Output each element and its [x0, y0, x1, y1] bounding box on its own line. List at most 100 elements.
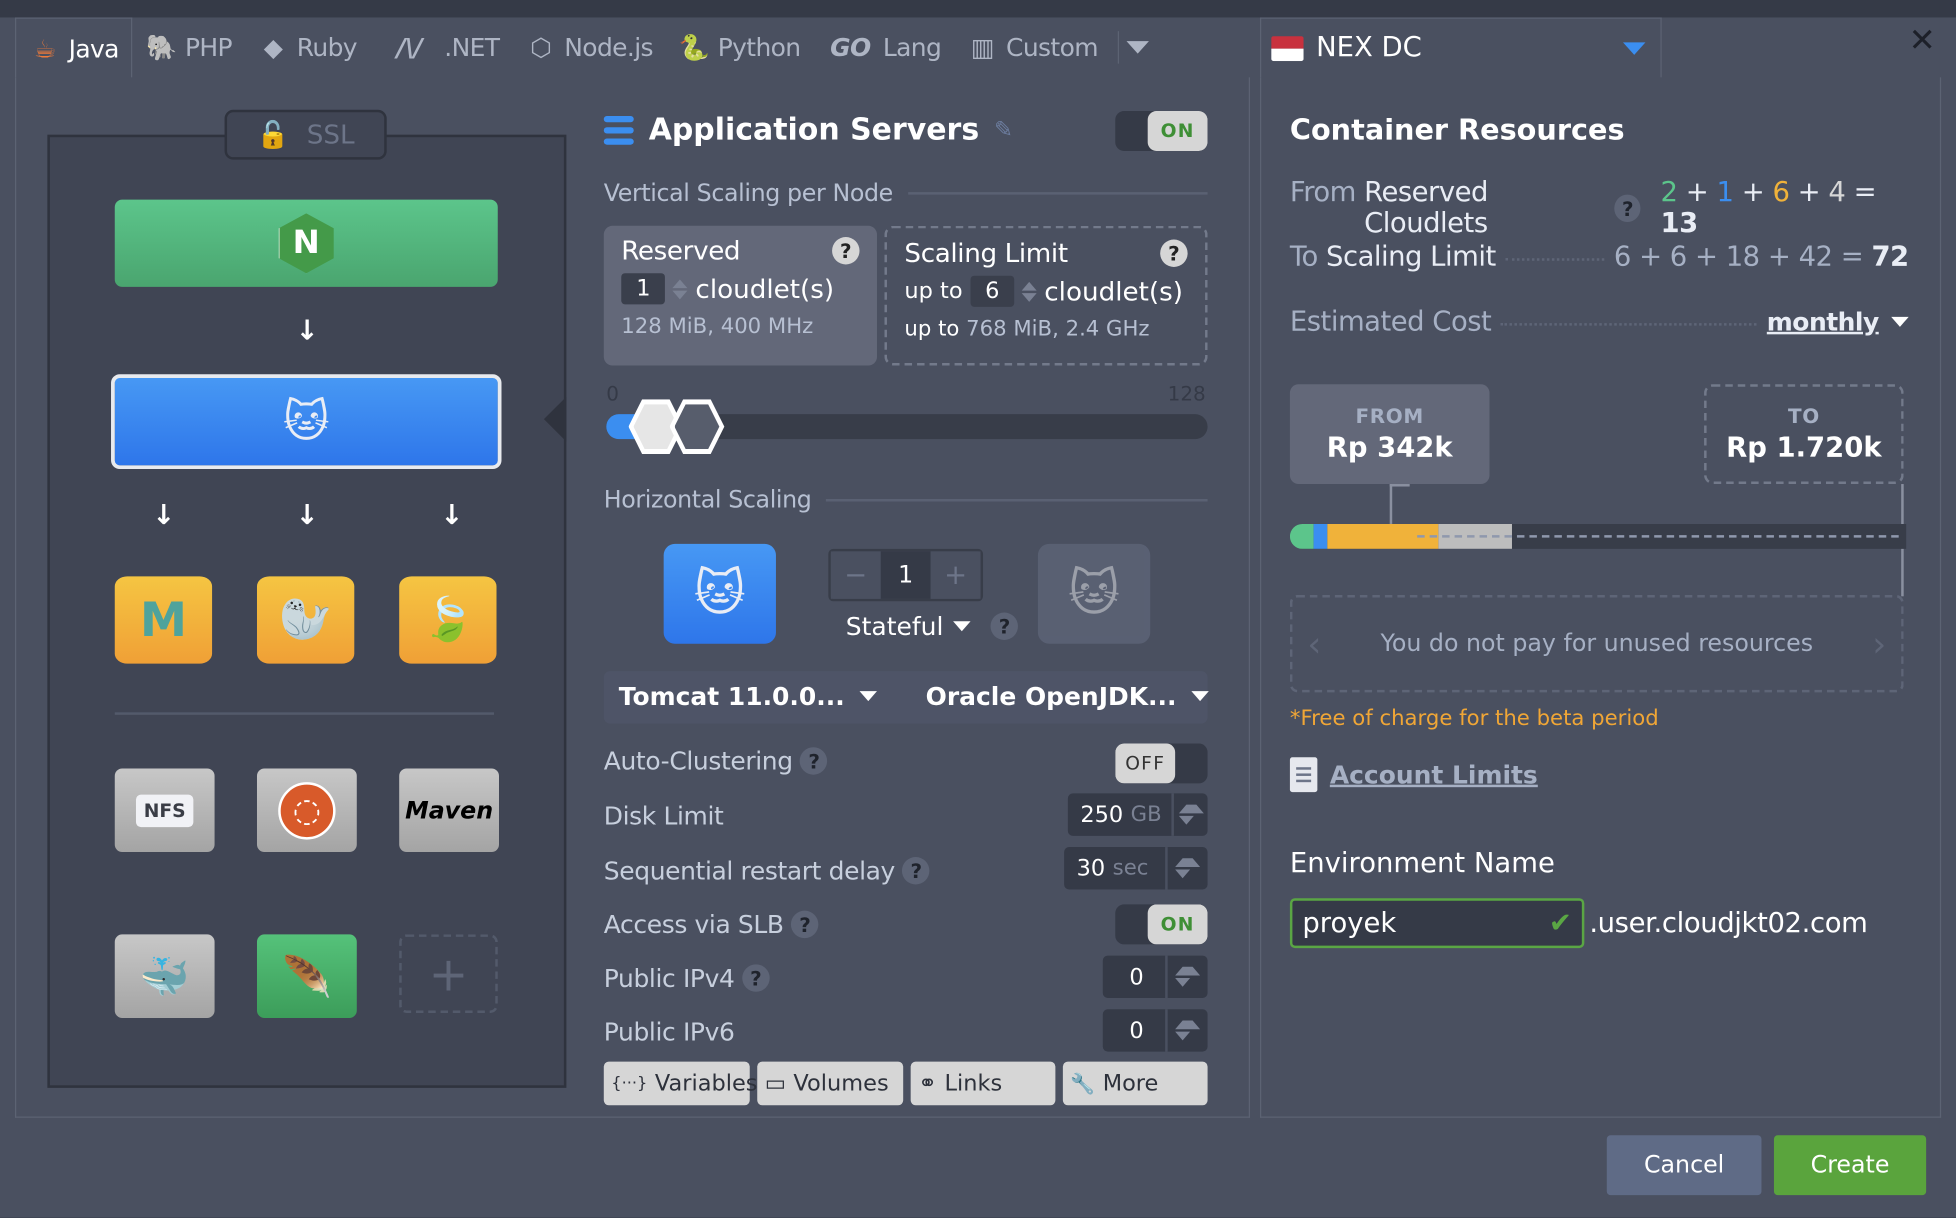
environment-name-field[interactable]: ✔: [1289, 898, 1585, 949]
scaling-limit-input[interactable]: 6: [970, 275, 1015, 307]
region-selector[interactable]: NEX DC: [1259, 17, 1662, 78]
chevron-right-icon[interactable]: ›: [1872, 623, 1886, 664]
tab-java[interactable]: ☕ Java: [14, 17, 133, 78]
help-icon[interactable]: ?: [741, 964, 770, 992]
inactive-node-icon[interactable]: 🐱: [1037, 543, 1151, 644]
cost-from-label: FROM: [1355, 404, 1424, 428]
cost-segment-app-servers: [1313, 523, 1327, 549]
nfs-node[interactable]: NFS: [114, 768, 215, 853]
auto-clustering-toggle[interactable]: OFF: [1115, 743, 1208, 784]
disk-limit-spinner[interactable]: [1171, 793, 1208, 836]
docker-whale-icon: 🐳: [139, 952, 190, 1000]
mariadb-node[interactable]: 🦭: [256, 576, 355, 664]
tab-go[interactable]: GO Lang: [813, 17, 954, 77]
tab-ruby[interactable]: ◆ Ruby: [244, 17, 369, 77]
ipv4-input[interactable]: 0: [1102, 955, 1208, 998]
more-button[interactable]: 🔧 More: [1062, 1061, 1208, 1106]
layer-enabled-toggle[interactable]: ON: [1115, 111, 1208, 151]
chevron-left-icon[interactable]: ‹: [1307, 623, 1321, 664]
restart-delay-label: Sequential restart delay: [603, 855, 896, 886]
ipv6-input[interactable]: 0: [1102, 1009, 1208, 1052]
tab-python[interactable]: 🐍 Python: [665, 17, 813, 77]
links-button[interactable]: ⚭ Links: [910, 1061, 1056, 1106]
info-text: You do not pay for unused resources: [1380, 629, 1814, 658]
load-balancer-node[interactable]: N: [114, 199, 498, 287]
cancel-button[interactable]: Cancel: [1606, 1135, 1762, 1196]
mongodb-node[interactable]: 🍃: [399, 576, 497, 664]
server-version-dropdown[interactable]: Tomcat 11.0.0...: [619, 681, 878, 711]
limit-sum: 6 + 6 + 18 + 42 = 72: [1614, 242, 1909, 273]
layer-menu-icon[interactable]: [603, 115, 634, 145]
layer-title: Application Servers: [648, 112, 980, 148]
billing-period-dropdown[interactable]: monthly: [1767, 307, 1909, 337]
ipv6-label: Public IPv6: [603, 1016, 735, 1047]
app-server-node[interactable]: 🐱: [111, 374, 502, 470]
jdk-version-dropdown[interactable]: Oracle OpenJDK...: [926, 681, 1209, 711]
arrow-down-icon: ↓: [152, 500, 176, 532]
docker-node[interactable]: 🐳: [114, 934, 215, 1018]
help-icon[interactable]: ?: [1160, 239, 1188, 267]
help-icon[interactable]: ?: [791, 910, 819, 939]
reserved-spinner[interactable]: [672, 278, 688, 299]
scaling-mode-dropdown[interactable]: Stateful ?: [846, 611, 1019, 641]
tab-dotnet[interactable]: /\/ .NET: [369, 17, 511, 77]
ubuntu-node[interactable]: ◌: [256, 768, 357, 853]
node-count-stepper[interactable]: − 1 +: [828, 548, 984, 602]
create-button[interactable]: Create: [1773, 1135, 1927, 1196]
arrow-down-icon: ↓: [440, 500, 464, 532]
cost-range-dashes: [1417, 535, 1899, 538]
reserved-cloudlets-input[interactable]: 1: [621, 273, 666, 305]
plus-sign: +: [1677, 177, 1717, 209]
restart-delay-input[interactable]: 30 sec: [1064, 847, 1208, 890]
billing-period-label: monthly: [1766, 306, 1879, 337]
limit-spinner[interactable]: [1021, 281, 1037, 302]
close-icon[interactable]: ✕: [1909, 22, 1936, 59]
restart-delay-value: 30: [1076, 855, 1106, 882]
scaling-limit-card: Scaling Limit ? up to 6 cloudlet(s) up t…: [884, 225, 1208, 366]
cloudlet-term: 1: [1716, 177, 1734, 209]
restart-delay-spinner[interactable]: [1165, 847, 1207, 890]
edit-pencil-icon[interactable]: ✎: [994, 117, 1013, 143]
tab-custom[interactable]: ▥ Custom: [954, 17, 1111, 77]
variables-button[interactable]: {···} Variables: [603, 1061, 758, 1106]
help-icon[interactable]: ?: [1614, 194, 1641, 223]
maven-node[interactable]: Maven: [399, 768, 499, 853]
help-icon[interactable]: ?: [832, 237, 860, 265]
reserved-title: Reserved: [621, 235, 741, 266]
tomcat-icon: 🐱: [693, 565, 746, 623]
help-icon[interactable]: ?: [990, 612, 1019, 640]
disk-limit-input[interactable]: 250 GB: [1067, 793, 1208, 836]
environment-name-input[interactable]: [1302, 907, 1527, 939]
wrench-icon: 🔧: [1070, 1071, 1096, 1096]
account-limits-link[interactable]: Account Limits: [1289, 757, 1538, 793]
variables-icon: {···}: [611, 1074, 648, 1093]
ipv6-spinner[interactable]: [1165, 1009, 1207, 1052]
slb-label: Access via SLB: [603, 909, 784, 940]
feather-node[interactable]: 🪶: [256, 934, 357, 1018]
slb-toggle[interactable]: ON: [1115, 904, 1208, 945]
ipv4-spinner[interactable]: [1165, 955, 1207, 998]
mongodb-leaf-icon: 🍃: [421, 595, 475, 645]
chevron-down-icon: [1891, 316, 1909, 327]
help-icon[interactable]: ?: [800, 747, 828, 775]
beta-note: *Free of charge for the beta period: [1289, 706, 1659, 732]
chevron-down-icon: [1191, 691, 1209, 702]
tab-php[interactable]: 🐘 PHP: [133, 17, 245, 77]
tab-nodejs[interactable]: ⬡ Node.js: [512, 17, 665, 77]
more-tabs-caret-icon[interactable]: [1126, 41, 1150, 54]
memcached-node[interactable]: M: [114, 576, 213, 664]
volumes-button[interactable]: ▭ Volumes: [757, 1061, 904, 1106]
node-count-value[interactable]: 1: [880, 551, 931, 599]
active-node-icon[interactable]: 🐱: [663, 543, 776, 644]
mariadb-seal-icon: 🦭: [279, 595, 333, 645]
tab-label: Python: [717, 32, 801, 63]
reserved-cloudlets-summary: From Reserved Cloudlets ? 2 + 1 + 6 + 4 …: [1290, 177, 1909, 239]
resources-title: Container Resources: [1289, 114, 1625, 148]
decrement-button[interactable]: −: [830, 551, 881, 599]
add-node-button[interactable]: +: [399, 934, 498, 1013]
increment-button[interactable]: +: [930, 551, 981, 599]
maven-icon: Maven: [405, 796, 494, 824]
ssl-toggle[interactable]: 🔓 SSL: [224, 109, 387, 160]
help-icon[interactable]: ?: [902, 857, 930, 885]
cost-to-box: TO Rp 1.720k: [1704, 384, 1904, 485]
